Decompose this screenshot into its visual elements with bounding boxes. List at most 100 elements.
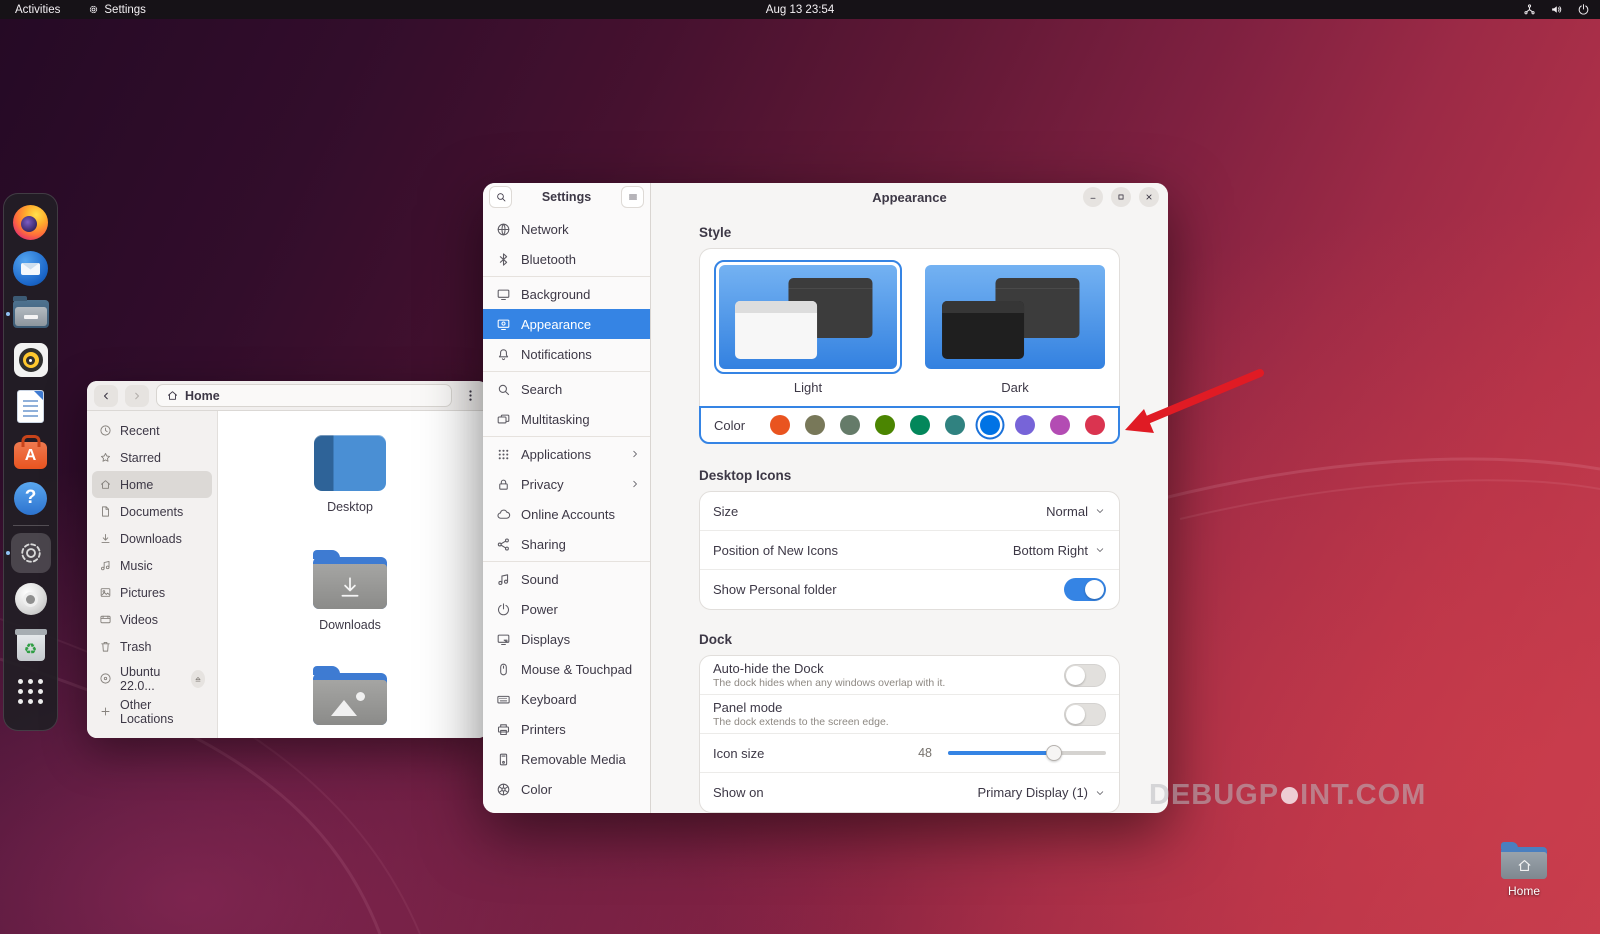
- sidebar-item-label: Pictures: [120, 585, 166, 600]
- files-sidebar-downloads[interactable]: Downloads: [92, 525, 212, 552]
- settings-sidebar-network[interactable]: Network: [483, 214, 650, 244]
- dock-item-appgrid[interactable]: [11, 671, 51, 711]
- files-sidebar-videos[interactable]: Videos: [92, 606, 212, 633]
- sidebar-item-label: Online Accounts: [521, 506, 615, 522]
- icon-size-slider[interactable]: [948, 744, 1106, 762]
- settings-sidebar-bluetooth[interactable]: Bluetooth: [483, 244, 650, 274]
- forward-button[interactable]: [125, 384, 149, 407]
- dock-item-thunderbird[interactable]: [11, 248, 51, 288]
- note-icon: [99, 559, 112, 572]
- file-item-downloads[interactable]: Downloads: [302, 549, 398, 632]
- personal-folder-toggle[interactable]: [1064, 578, 1106, 601]
- desktop-home-shortcut[interactable]: Home: [1496, 842, 1552, 898]
- style-option-light[interactable]: [714, 260, 902, 374]
- files-sidebar-documents[interactable]: Documents: [92, 498, 212, 525]
- dock-item-disc[interactable]: [11, 579, 51, 619]
- color-swatch-5[interactable]: [945, 415, 965, 435]
- settings-sidebar-color[interactable]: Color: [483, 774, 650, 804]
- focused-app-menu[interactable]: Settings: [88, 4, 146, 16]
- size-row[interactable]: Size Normal: [700, 492, 1119, 531]
- file-item-desktop[interactable]: Desktop: [302, 435, 398, 514]
- settings-sidebar-notifications[interactable]: Notifications: [483, 339, 650, 369]
- settings-sidebar-pane: Settings Network Bluetooth Background Appea…: [483, 183, 651, 813]
- settings-sidebar-sharing[interactable]: Sharing: [483, 529, 650, 559]
- settings-sidebar-sound[interactable]: Sound: [483, 564, 650, 594]
- color-swatch-3[interactable]: [875, 415, 895, 435]
- activities-button[interactable]: Activities: [15, 4, 60, 16]
- files-sidebar-other-locations[interactable]: Other Locations: [92, 698, 212, 726]
- dock-item-settings[interactable]: [5, 533, 51, 573]
- settings-sidebar-keyboard[interactable]: Keyboard: [483, 684, 650, 714]
- path-bar[interactable]: Home: [156, 384, 452, 407]
- menu-kebab-button[interactable]: [459, 385, 481, 407]
- settings-sidebar-applications[interactable]: Applications: [483, 439, 650, 469]
- color-swatch-2[interactable]: [840, 415, 860, 435]
- maximize-button[interactable]: [1111, 187, 1131, 207]
- download-icon: [99, 532, 112, 545]
- settings-sidebar-multitasking[interactable]: Multitasking: [483, 404, 650, 434]
- mouse-icon: [496, 662, 511, 677]
- search-button[interactable]: [489, 186, 512, 208]
- files-sidebar: Recent Starred Home Documents Downloads Music…: [87, 411, 218, 738]
- color-swatch-6[interactable]: [980, 415, 1000, 435]
- dock-item-trash[interactable]: ♻: [11, 625, 51, 665]
- settings-sidebar-search[interactable]: Search: [483, 374, 650, 404]
- settings-sidebar: Network Bluetooth Background Appearance Noti…: [483, 211, 650, 813]
- color-swatch-0[interactable]: [770, 415, 790, 435]
- minimize-icon: [1088, 192, 1098, 202]
- position-value: Bottom Right: [1012, 542, 1088, 558]
- settings-sidebar-printers[interactable]: Printers: [483, 714, 650, 744]
- system-tray[interactable]: [1523, 0, 1590, 19]
- home-shortcut-label: Home: [1507, 884, 1540, 898]
- dock-item-writer[interactable]: [11, 386, 51, 426]
- color-swatch-1[interactable]: [805, 415, 825, 435]
- dark-label: Dark: [1001, 380, 1029, 395]
- settings-sidebar-privacy[interactable]: Privacy: [483, 469, 650, 499]
- dock: A? ♻: [3, 193, 58, 731]
- dock-item-software[interactable]: A: [11, 432, 51, 472]
- share-icon: [496, 537, 511, 552]
- settings-sidebar-appearance[interactable]: Appearance: [483, 309, 650, 339]
- eject-button[interactable]: [190, 669, 205, 688]
- files-sidebar-ubuntu-22-0[interactable]: Ubuntu 22.0...: [92, 665, 212, 693]
- dock-item-firefox[interactable]: [11, 202, 51, 242]
- close-button[interactable]: [1139, 187, 1159, 207]
- files-sidebar-pictures[interactable]: Pictures: [92, 579, 212, 606]
- dock-item-rhythmbox[interactable]: [11, 340, 51, 380]
- autohide-toggle[interactable]: [1064, 663, 1106, 687]
- files-sidebar-home[interactable]: Home: [92, 471, 212, 498]
- light-preview: [719, 265, 897, 369]
- files-sidebar-trash[interactable]: Trash: [92, 633, 212, 660]
- panel-mode-description: The dock extends to the screen edge.: [713, 716, 889, 728]
- minimize-button[interactable]: [1083, 187, 1103, 207]
- file-item-pictures[interactable]: [302, 665, 398, 725]
- sidebar-item-label: Trash: [120, 639, 152, 654]
- style-option-dark[interactable]: [925, 265, 1105, 369]
- back-button[interactable]: [94, 384, 118, 407]
- dock-item-help[interactable]: ?: [11, 478, 51, 518]
- dock-item-files[interactable]: [5, 294, 51, 334]
- files-sidebar-music[interactable]: Music: [92, 552, 212, 579]
- settings-sidebar-power[interactable]: Power: [483, 594, 650, 624]
- icon-size-row: Icon size 48: [700, 734, 1119, 773]
- show-on-row[interactable]: Show on Primary Display (1): [700, 773, 1119, 812]
- settings-sidebar-removable-media[interactable]: Removable Media: [483, 744, 650, 774]
- chevron-down-icon: [1094, 787, 1106, 799]
- position-row[interactable]: Position of New Icons Bottom Right: [700, 531, 1119, 570]
- settings-sidebar-online-accounts[interactable]: Online Accounts: [483, 499, 650, 529]
- color-swatch-7[interactable]: [1015, 415, 1035, 435]
- primary-menu-button[interactable]: [621, 186, 644, 208]
- files-sidebar-recent[interactable]: Recent: [92, 417, 212, 444]
- color-swatch-4[interactable]: [910, 415, 930, 435]
- sidebar-item-label: Power: [521, 601, 558, 617]
- sidebar-item-label: Color: [521, 781, 553, 797]
- slider-handle[interactable]: [1045, 745, 1062, 761]
- clock[interactable]: Aug 13 23:54: [766, 0, 834, 19]
- eject-icon: [193, 674, 203, 684]
- settings-sidebar-background[interactable]: Background: [483, 279, 650, 309]
- files-sidebar-starred[interactable]: Starred: [92, 444, 212, 471]
- color-swatch-8[interactable]: [1050, 415, 1070, 435]
- settings-sidebar-mouse-touchpad[interactable]: Mouse & Touchpad: [483, 654, 650, 684]
- settings-sidebar-displays[interactable]: Displays: [483, 624, 650, 654]
- panel-mode-toggle[interactable]: [1064, 702, 1106, 726]
